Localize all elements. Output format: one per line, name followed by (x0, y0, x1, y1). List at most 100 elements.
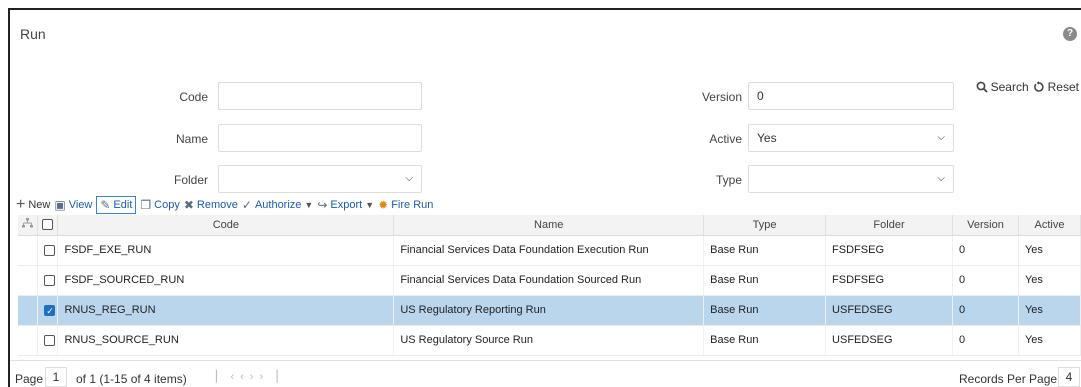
action-toolbar: + New ▣ View ✎ Edit ❐ Copy ✖ Remove ✓ Au… (16, 195, 433, 215)
chevron-down-icon: ▼ (365, 200, 375, 210)
table-row-selected[interactable]: ✓ RNUS_REG_RUN US Regulatory Reporting R… (18, 295, 1081, 326)
prev-page-icon[interactable]: ‹ (240, 371, 250, 383)
cell-code: FSDF_EXE_RUN (57, 235, 395, 266)
cell-version: 0 (952, 295, 1019, 326)
name-label: Name (175, 132, 208, 146)
cell-code: RNUS_SOURCE_RUN (57, 325, 395, 356)
copy-icon: ❐ (140, 198, 152, 212)
page-info: of 1 (1-15 of 4 items) (76, 372, 187, 386)
search-label: Search (990, 80, 1029, 94)
cell-name: US Regulatory Reporting Run (393, 295, 705, 326)
cell-folder: USFEDSEG (825, 325, 953, 356)
copy-label: Copy (154, 199, 180, 211)
cell-active: Yes (1018, 265, 1081, 296)
authorize-icon: ✓ (241, 198, 252, 212)
export-label: Export (330, 199, 363, 211)
hierarchy-icon (22, 218, 34, 228)
select-all-checkbox-cell[interactable] (37, 215, 59, 236)
search-button[interactable]: Search (976, 80, 1029, 94)
run-window: Run ? Search Reset Code Name Folder ⌵ Ve… (8, 8, 1081, 387)
hierarchy-header[interactable] (18, 215, 39, 236)
table-row[interactable]: FSDF_EXE_RUN Financial Services Data Fou… (18, 235, 1081, 266)
code-field[interactable] (218, 82, 422, 110)
page-label: Page (15, 372, 44, 386)
chevron-down-icon: ⌵ (405, 173, 413, 184)
help-icon[interactable]: ? (1063, 27, 1077, 41)
column-header-active[interactable]: Active (1018, 215, 1081, 236)
page-title: Run (20, 26, 46, 42)
cell-code: RNUS_REG_RUN (57, 295, 395, 326)
type-select[interactable]: ⌵ (748, 165, 954, 193)
first-page-icon[interactable]: ▏‹ (216, 371, 240, 383)
new-label: New (28, 199, 51, 211)
search-reset-bar: Search Reset (976, 80, 1079, 94)
version-label: Version (701, 90, 742, 104)
edit-icon: ✎ (100, 198, 111, 212)
name-field[interactable] (218, 124, 422, 152)
column-header-code[interactable]: Code (57, 215, 395, 236)
edit-label: Edit (113, 199, 133, 211)
cell-folder: FSDFSEG (825, 235, 953, 266)
table-header-row: Code Name Type Folder Version Active (18, 215, 1081, 236)
remove-label: Remove (196, 199, 238, 211)
cell-folder: USFEDSEG (825, 295, 953, 326)
row-checkbox[interactable] (44, 274, 56, 286)
new-button[interactable]: + New (16, 196, 50, 214)
cell-version: 0 (952, 325, 1019, 356)
column-header-name[interactable]: Name (393, 215, 705, 236)
row-checkbox[interactable] (44, 244, 56, 256)
select-all-checkbox[interactable] (42, 219, 54, 231)
cell-type: Base Run (703, 295, 827, 326)
cell-name: Financial Services Data Foundation Execu… (393, 235, 705, 266)
view-icon: ▣ (54, 198, 66, 212)
column-header-type[interactable]: Type (703, 215, 827, 236)
cell-folder: FSDFSEG (825, 265, 953, 296)
view-button[interactable]: ▣ View (54, 198, 92, 212)
copy-button[interactable]: ❐ Copy (140, 198, 179, 212)
remove-button[interactable]: ✖ Remove (184, 198, 238, 212)
cell-active: Yes (1018, 295, 1081, 326)
cell-name: Financial Services Data Foundation Sourc… (393, 265, 705, 296)
fire-icon: ✹ (378, 198, 389, 212)
export-icon: ↪ (317, 198, 328, 212)
code-label: Code (179, 90, 208, 104)
column-header-folder[interactable]: Folder (825, 215, 953, 236)
table-row[interactable]: RNUS_SOURCE_RUN US Regulatory Source Run… (18, 325, 1081, 356)
row-checkbox[interactable] (44, 334, 56, 346)
records-per-page-input[interactable]: 4 (1058, 367, 1080, 387)
cell-name: US Regulatory Source Run (393, 325, 705, 356)
type-label: Type (715, 173, 742, 187)
export-button[interactable]: ↪ Export ▼ (317, 198, 374, 212)
reset-button[interactable]: Reset (1033, 80, 1079, 94)
page-navigation: ▏‹‹››▕ (216, 370, 284, 383)
folder-select[interactable]: ⌵ (218, 165, 422, 193)
authorize-label: Authorize (254, 199, 302, 211)
chevron-down-icon: ⌵ (937, 173, 945, 184)
authorize-button[interactable]: ✓ Authorize ▼ (242, 198, 313, 212)
cell-type: Base Run (703, 325, 827, 356)
last-page-icon[interactable]: ›▕ (259, 371, 283, 383)
reset-label: Reset (1047, 80, 1079, 94)
cell-version: 0 (952, 235, 1019, 266)
records-per-page-label: Records Per Page (959, 372, 1058, 386)
column-header-version[interactable]: Version (952, 215, 1019, 236)
active-select[interactable]: Yes ⌵ (748, 124, 954, 152)
trash-icon: ✖ (183, 198, 194, 212)
view-label: View (68, 199, 93, 211)
reset-icon (1033, 81, 1044, 92)
row-checkbox-checked[interactable]: ✓ (44, 304, 56, 316)
cell-type: Base Run (703, 235, 827, 266)
edit-button[interactable]: ✎ Edit (96, 196, 137, 214)
run-table: Code Name Type Folder Version Active FSD… (18, 215, 1081, 356)
fire-run-label: Fire Run (391, 199, 434, 211)
fire-run-button[interactable]: ✹ Fire Run (378, 198, 433, 212)
table-row[interactable]: FSDF_SOURCED_RUN Financial Services Data… (18, 265, 1081, 296)
cell-active: Yes (1018, 235, 1081, 266)
cell-active: Yes (1018, 325, 1081, 356)
version-field[interactable]: 0 (748, 82, 954, 110)
cell-version: 0 (952, 265, 1019, 296)
page-number-input[interactable]: 1 (45, 367, 67, 387)
chevron-down-icon: ▼ (304, 200, 314, 210)
cell-code: FSDF_SOURCED_RUN (57, 265, 395, 296)
cell-type: Base Run (703, 265, 827, 296)
